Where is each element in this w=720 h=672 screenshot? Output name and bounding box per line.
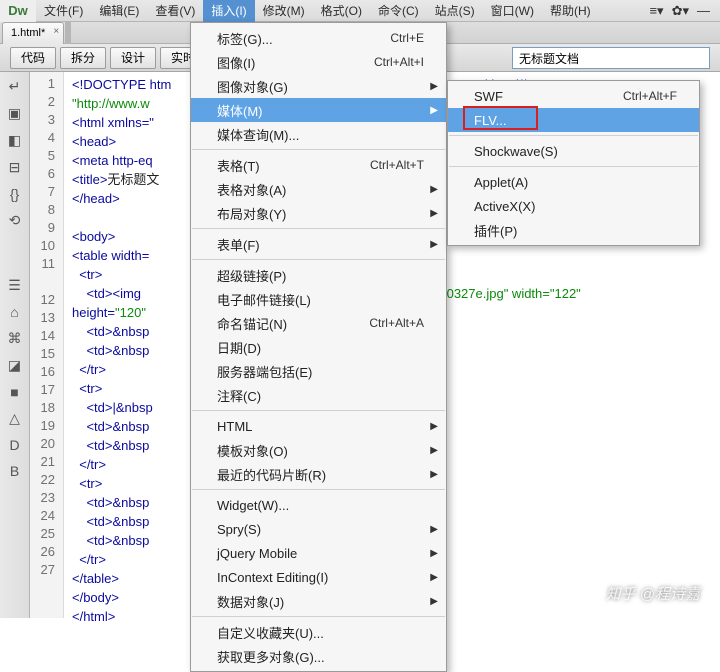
menu-item-hyperlink[interactable]: 超级链接(P) xyxy=(191,263,446,287)
menu-item-tag[interactable]: 标签(G)...Ctrl+E xyxy=(191,26,446,50)
code-tool-0[interactable]: ↵ xyxy=(9,78,21,95)
code-tool-2[interactable]: ◧ xyxy=(8,132,21,149)
menu-item-media[interactable]: 媒体(M)▶ xyxy=(191,98,446,122)
code-tool-3[interactable]: ⊟ xyxy=(9,159,21,176)
code-toolbar: ↵ ▣ ◧ ⊟ {} ⟲ ☰ ⌂ ⌘ ◪ ■ △ DB xyxy=(0,72,30,618)
menu-item-form[interactable]: 表单(F)▶ xyxy=(191,232,446,256)
code-tool-4[interactable]: {} xyxy=(10,186,19,202)
view-design-button[interactable]: 设计 xyxy=(110,47,156,69)
menu-item-incontext-editing[interactable]: InContext Editing(I)▶ xyxy=(191,565,446,589)
media-submenu: SWFCtrl+Alt+F FLV... Shockwave(S) Applet… xyxy=(447,80,700,246)
menu-item-widget[interactable]: Widget(W)... xyxy=(191,493,446,517)
code-tool-8[interactable]: ⌂ xyxy=(10,304,18,320)
menu-item-get-more-objects[interactable]: 获取更多对象(G)... xyxy=(191,644,446,668)
menu-view[interactable]: 查看(V) xyxy=(147,0,203,22)
view-code-button[interactable]: 代码 xyxy=(10,47,56,69)
menu-item-jquery-mobile[interactable]: jQuery Mobile▶ xyxy=(191,541,446,565)
menu-item-email-link[interactable]: 电子邮件链接(L) xyxy=(191,287,446,311)
menubar-tool-icons: ≡▾ ✿▾ — xyxy=(649,3,720,19)
menu-site[interactable]: 站点(S) xyxy=(427,0,483,22)
dreamweaver-logo: Dw xyxy=(0,0,36,22)
menu-item-image[interactable]: 图像(I)Ctrl+Alt+I xyxy=(191,50,446,74)
code-tool-1[interactable]: ▣ xyxy=(8,105,21,122)
view-split-button[interactable]: 拆分 xyxy=(60,47,106,69)
code-tool-7[interactable]: ☰ xyxy=(8,277,21,294)
menu-command[interactable]: 命令(C) xyxy=(370,0,427,22)
menu-item-spry[interactable]: Spry(S)▶ xyxy=(191,517,446,541)
menu-item-date[interactable]: 日期(D) xyxy=(191,335,446,359)
media-item-flv[interactable]: FLV... xyxy=(448,108,699,132)
document-tab-1[interactable]: 1.html* × xyxy=(2,22,64,44)
menu-insert[interactable]: 插入(I) xyxy=(203,0,254,22)
tab-divider xyxy=(65,22,71,44)
menu-modify[interactable]: 修改(M) xyxy=(255,0,313,22)
menu-separator xyxy=(192,410,445,411)
menu-item-media-query[interactable]: 媒体查询(M)... xyxy=(191,122,446,146)
menu-item-layout-objects[interactable]: 布局对象(Y)▶ xyxy=(191,201,446,225)
media-item-applet[interactable]: Applet(A) xyxy=(448,170,699,194)
menu-item-customize-favorites[interactable]: 自定义收藏夹(U)... xyxy=(191,620,446,644)
code-tool-11[interactable]: ■ xyxy=(10,384,18,400)
menu-separator xyxy=(192,259,445,260)
page-title-input[interactable] xyxy=(512,47,710,69)
menu-separator xyxy=(449,135,698,136)
menu-item-table[interactable]: 表格(T)Ctrl+Alt+T xyxy=(191,153,446,177)
main-menubar: Dw 文件(F) 编辑(E) 查看(V) 插入(I) 修改(M) 格式(O) 命… xyxy=(0,0,720,22)
menu-separator xyxy=(449,166,698,167)
insert-menu-dropdown: 标签(G)...Ctrl+E 图像(I)Ctrl+Alt+I 图像对象(G)▶ … xyxy=(190,22,447,672)
menu-item-named-anchor[interactable]: 命名锚记(N)Ctrl+Alt+A xyxy=(191,311,446,335)
menu-window[interactable]: 窗口(W) xyxy=(483,0,542,22)
media-item-shockwave[interactable]: Shockwave(S) xyxy=(448,139,699,163)
menu-item-data-objects[interactable]: 数据对象(J)▶ xyxy=(191,589,446,613)
code-tool-5[interactable]: ⟲ xyxy=(9,212,21,229)
doc-tab-label: 1.html* xyxy=(11,27,45,39)
code-tool-13[interactable]: D xyxy=(9,437,19,453)
settings-gear-icon[interactable]: ✿▾ xyxy=(672,3,689,19)
menu-item-html[interactable]: HTML▶ xyxy=(191,414,446,438)
line-number-gutter: 1234567891011 12131415161718192021222324… xyxy=(30,72,64,618)
divider-icon: — xyxy=(697,3,710,19)
media-item-activex[interactable]: ActiveX(X) xyxy=(448,194,699,218)
menu-item-comment[interactable]: 注释(C) xyxy=(191,383,446,407)
menu-edit[interactable]: 编辑(E) xyxy=(91,0,147,22)
menu-separator xyxy=(192,228,445,229)
menu-separator xyxy=(192,489,445,490)
menu-item-table-objects[interactable]: 表格对象(A)▶ xyxy=(191,177,446,201)
menu-item-image-objects[interactable]: 图像对象(G)▶ xyxy=(191,74,446,98)
menu-item-recent-snippets[interactable]: 最近的代码片断(R)▶ xyxy=(191,462,446,486)
menu-format[interactable]: 格式(O) xyxy=(313,0,370,22)
menu-help[interactable]: 帮助(H) xyxy=(542,0,599,22)
code-tool-12[interactable]: △ xyxy=(9,410,20,427)
menu-item-template-objects[interactable]: 模板对象(O)▶ xyxy=(191,438,446,462)
menu-separator xyxy=(192,616,445,617)
media-item-swf[interactable]: SWFCtrl+Alt+F xyxy=(448,84,699,108)
layout-picker-icon[interactable]: ≡▾ xyxy=(649,3,663,19)
code-tool-9[interactable]: ⌘ xyxy=(8,330,22,347)
menu-separator xyxy=(192,149,445,150)
media-item-plugin[interactable]: 插件(P) xyxy=(448,218,699,242)
code-tool-10[interactable]: ◪ xyxy=(8,357,21,374)
code-tool-14[interactable]: B xyxy=(10,463,19,479)
menu-item-ssi[interactable]: 服务器端包括(E) xyxy=(191,359,446,383)
close-tab-icon[interactable]: × xyxy=(53,26,59,37)
menu-file[interactable]: 文件(F) xyxy=(36,0,91,22)
